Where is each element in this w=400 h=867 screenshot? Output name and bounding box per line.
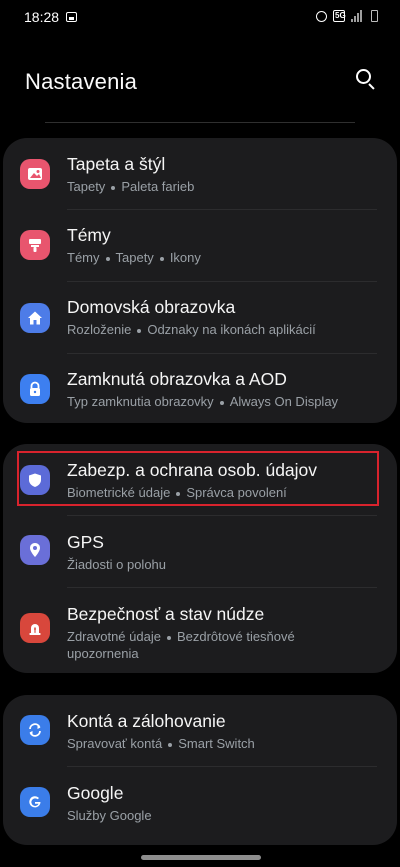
settings-item-accounts-backup[interactable]: Kontá a zálohovanie Spravovať kontá Smart…	[3, 695, 397, 766]
wallpaper-icon	[20, 159, 50, 189]
item-title: Kontá a zálohovanie	[67, 711, 226, 731]
sync-icon	[20, 715, 50, 745]
search-icon	[356, 69, 371, 84]
item-title: Zamknutá obrazovka a AOD	[67, 369, 287, 389]
google-icon	[20, 787, 50, 817]
network-type-icon: 5G	[333, 10, 346, 22]
search-button[interactable]	[355, 68, 377, 90]
settings-item-lock-screen[interactable]: Zamknutá obrazovka a AOD Typ zamknutia o…	[3, 354, 397, 423]
item-title: GPS	[67, 532, 104, 552]
settings-item-gps[interactable]: GPS Žiadosti o polohu	[3, 516, 397, 587]
location-pin-icon	[20, 535, 50, 565]
emergency-icon	[20, 613, 50, 643]
themes-icon	[20, 230, 50, 260]
gesture-nav-bar[interactable]	[141, 855, 261, 860]
header-divider	[45, 122, 355, 123]
item-subtitle: Žiadosti o polohu	[67, 557, 167, 572]
item-subtitle: Rozloženie Odznaky na ikonách aplikácií	[67, 322, 316, 337]
item-subtitle: Služby Google	[67, 808, 152, 823]
signal-icon	[351, 10, 365, 22]
home-icon	[20, 303, 50, 333]
item-subtitle: Témy Tapety Ikony	[67, 250, 201, 265]
item-subtitle: Spravovať kontá Smart Switch	[67, 736, 255, 751]
settings-item-home-screen[interactable]: Domovská obrazovka Rozloženie Odznaky na …	[3, 282, 397, 354]
settings-item-wallpaper[interactable]: Tapeta a štýl Tapety Paleta farieb	[3, 138, 397, 210]
lock-icon	[20, 374, 50, 404]
item-subtitle-line2: upozornenia	[67, 646, 139, 661]
item-title: Bezpečnosť a stav núdze	[67, 604, 265, 624]
item-subtitle: Typ zamknutia obrazovky Always On Display	[67, 394, 339, 409]
item-subtitle: Tapety Paleta farieb	[67, 179, 195, 194]
settings-item-safety-emergency[interactable]: Bezpečnosť a stav núdze Zdravotné údaje B…	[3, 588, 397, 673]
item-title: Témy	[67, 225, 111, 245]
status-time: 18:28	[24, 9, 60, 25]
settings-item-google[interactable]: Google Služby Google	[3, 767, 397, 839]
status-icons: 5G	[316, 10, 378, 22]
selection-highlight	[17, 451, 379, 506]
item-title: Google	[67, 783, 124, 803]
image-notification-icon	[66, 12, 77, 22]
header: Nastavenia	[0, 55, 400, 105]
status-bar: 18:28 5G	[0, 0, 400, 36]
page-title: Nastavenia	[25, 69, 138, 94]
settings-group-accounts: Kontá a zálohovanie Spravovať kontá Smart…	[3, 695, 397, 845]
settings-item-themes[interactable]: Témy Témy Tapety Ikony	[3, 210, 397, 282]
settings-group-display: Tapeta a štýl Tapety Paleta farieb Témy T…	[3, 138, 397, 423]
item-title: Domovská obrazovka	[67, 297, 236, 317]
battery-icon	[371, 10, 378, 22]
item-subtitle: Zdravotné údaje Bezdrôtové tiesňové	[67, 629, 295, 644]
alarm-icon	[316, 10, 327, 22]
item-title: Tapeta a štýl	[67, 154, 166, 174]
